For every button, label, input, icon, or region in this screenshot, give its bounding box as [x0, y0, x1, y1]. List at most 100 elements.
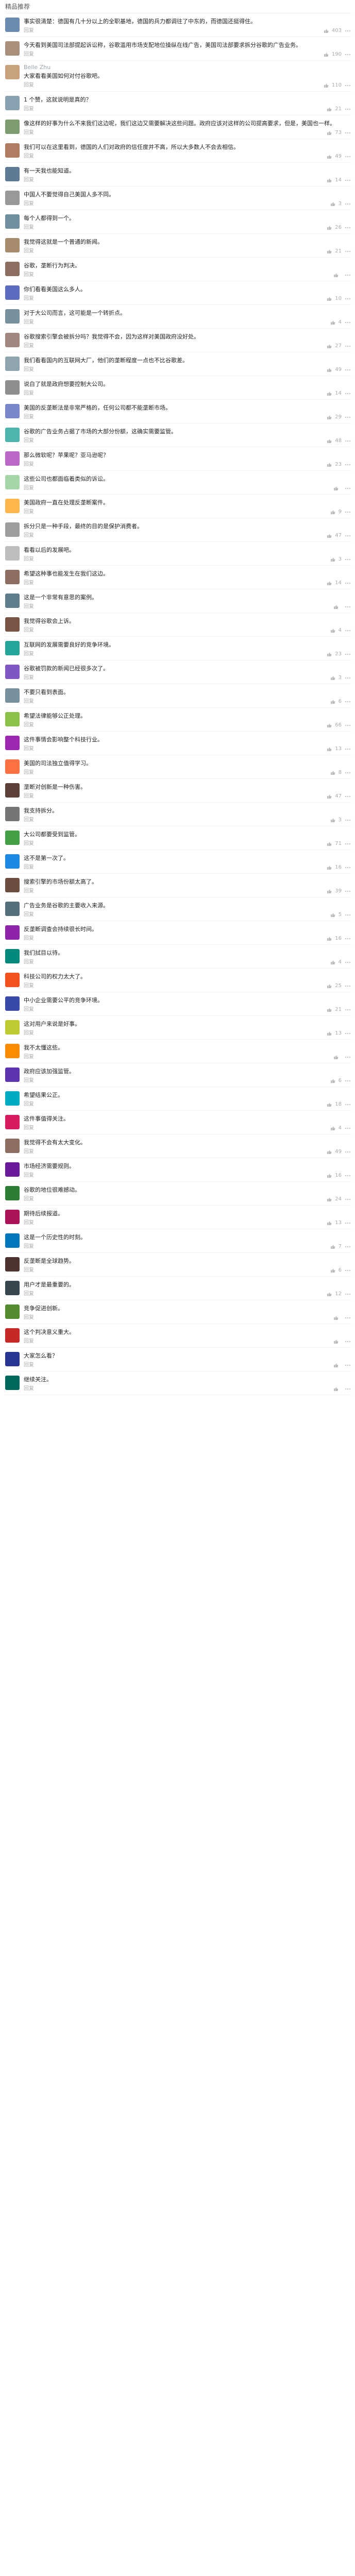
more-options-icon[interactable] — [345, 865, 351, 870]
more-options-icon[interactable] — [345, 723, 351, 728]
like-icon[interactable] — [327, 1221, 332, 1226]
reply-button[interactable]: 回复 — [24, 437, 34, 445]
more-options-icon[interactable] — [345, 178, 351, 183]
like-icon[interactable] — [330, 1126, 335, 1131]
like-icon[interactable] — [327, 296, 332, 301]
reply-button[interactable]: 回复 — [24, 1219, 34, 1227]
more-options-icon[interactable] — [345, 1007, 351, 1012]
more-options-icon[interactable] — [345, 675, 351, 681]
avatar[interactable] — [5, 96, 20, 110]
like-icon[interactable] — [330, 320, 335, 325]
reply-button[interactable]: 回复 — [24, 177, 34, 184]
like-icon[interactable] — [333, 273, 339, 278]
reply-button[interactable]: 回复 — [24, 769, 34, 776]
more-options-icon[interactable] — [345, 28, 351, 33]
like-icon[interactable] — [327, 865, 332, 870]
reply-button[interactable]: 回复 — [24, 1243, 34, 1250]
like-icon[interactable] — [330, 201, 335, 207]
reply-button[interactable]: 回复 — [24, 27, 34, 35]
avatar[interactable] — [5, 428, 20, 442]
reply-button[interactable]: 回复 — [24, 817, 34, 824]
avatar[interactable] — [5, 949, 20, 963]
more-options-icon[interactable] — [345, 984, 351, 989]
more-options-icon[interactable] — [345, 557, 351, 562]
reply-button[interactable]: 回复 — [24, 1338, 34, 1345]
like-icon[interactable] — [327, 841, 332, 846]
like-icon[interactable] — [327, 1102, 332, 1107]
more-options-icon[interactable] — [345, 1149, 351, 1155]
more-options-icon[interactable] — [345, 391, 351, 396]
avatar[interactable] — [5, 357, 20, 371]
reply-button[interactable]: 回复 — [24, 461, 34, 468]
like-icon[interactable] — [333, 1055, 339, 1060]
like-icon[interactable] — [330, 699, 335, 704]
reply-button[interactable]: 回复 — [24, 1101, 34, 1108]
avatar[interactable] — [5, 214, 20, 229]
more-options-icon[interactable] — [345, 1173, 351, 1178]
avatar[interactable] — [5, 262, 20, 276]
more-options-icon[interactable] — [345, 438, 351, 444]
reply-button[interactable]: 回复 — [24, 674, 34, 682]
more-options-icon[interactable] — [345, 510, 351, 515]
more-options-icon[interactable] — [345, 794, 351, 799]
more-options-icon[interactable] — [345, 415, 351, 420]
more-options-icon[interactable] — [345, 344, 351, 349]
reply-button[interactable]: 回复 — [24, 295, 34, 302]
more-options-icon[interactable] — [345, 1078, 351, 1083]
reply-button[interactable]: 回复 — [24, 390, 34, 397]
like-icon[interactable] — [327, 391, 332, 396]
like-icon[interactable] — [333, 1386, 339, 1392]
more-options-icon[interactable] — [345, 83, 351, 88]
reply-button[interactable]: 回复 — [24, 272, 34, 279]
more-options-icon[interactable] — [345, 296, 351, 301]
like-icon[interactable] — [330, 912, 335, 918]
reply-button[interactable]: 回复 — [24, 1267, 34, 1274]
avatar[interactable] — [5, 878, 20, 892]
more-options-icon[interactable] — [345, 841, 351, 846]
reply-button[interactable]: 回复 — [24, 200, 34, 208]
reply-button[interactable]: 回复 — [24, 1196, 34, 1203]
avatar[interactable] — [5, 925, 20, 940]
avatar[interactable] — [5, 831, 20, 845]
like-icon[interactable] — [327, 415, 332, 420]
like-icon[interactable] — [333, 1363, 339, 1368]
like-icon[interactable] — [327, 581, 332, 586]
like-icon[interactable] — [324, 83, 329, 88]
like-icon[interactable] — [327, 1149, 332, 1155]
like-icon[interactable] — [333, 1339, 339, 1344]
more-options-icon[interactable] — [345, 1363, 351, 1368]
avatar[interactable] — [5, 18, 20, 32]
like-icon[interactable] — [333, 486, 339, 491]
reply-button[interactable]: 回复 — [24, 1006, 34, 1013]
avatar[interactable] — [5, 143, 20, 158]
avatar[interactable] — [5, 1257, 20, 1272]
like-icon[interactable] — [327, 225, 332, 230]
more-options-icon[interactable] — [345, 1055, 351, 1060]
avatar[interactable] — [5, 380, 20, 395]
avatar[interactable] — [5, 688, 20, 703]
more-options-icon[interactable] — [345, 936, 351, 941]
reply-button[interactable]: 回复 — [24, 722, 34, 729]
reply-button[interactable]: 回复 — [24, 509, 34, 516]
avatar[interactable] — [5, 167, 20, 181]
like-icon[interactable] — [327, 889, 332, 894]
avatar[interactable] — [5, 285, 20, 300]
more-options-icon[interactable] — [345, 201, 351, 207]
avatar[interactable] — [5, 1115, 20, 1129]
more-options-icon[interactable] — [345, 699, 351, 704]
reply-button[interactable]: 回复 — [24, 51, 34, 58]
reply-button[interactable]: 回复 — [24, 627, 34, 634]
more-options-icon[interactable] — [345, 960, 351, 965]
reply-button[interactable]: 回复 — [24, 840, 34, 848]
more-options-icon[interactable] — [345, 367, 351, 372]
avatar[interactable] — [5, 996, 20, 1011]
more-options-icon[interactable] — [345, 1268, 351, 1273]
avatar[interactable] — [5, 1020, 20, 1035]
reply-button[interactable]: 回复 — [24, 1030, 34, 1037]
avatar[interactable] — [5, 451, 20, 466]
like-icon[interactable] — [327, 178, 332, 183]
like-icon[interactable] — [327, 1292, 332, 1297]
reply-button[interactable]: 回复 — [24, 982, 34, 990]
avatar[interactable] — [5, 617, 20, 632]
comment-username[interactable]: Belle Zhu — [24, 64, 351, 71]
